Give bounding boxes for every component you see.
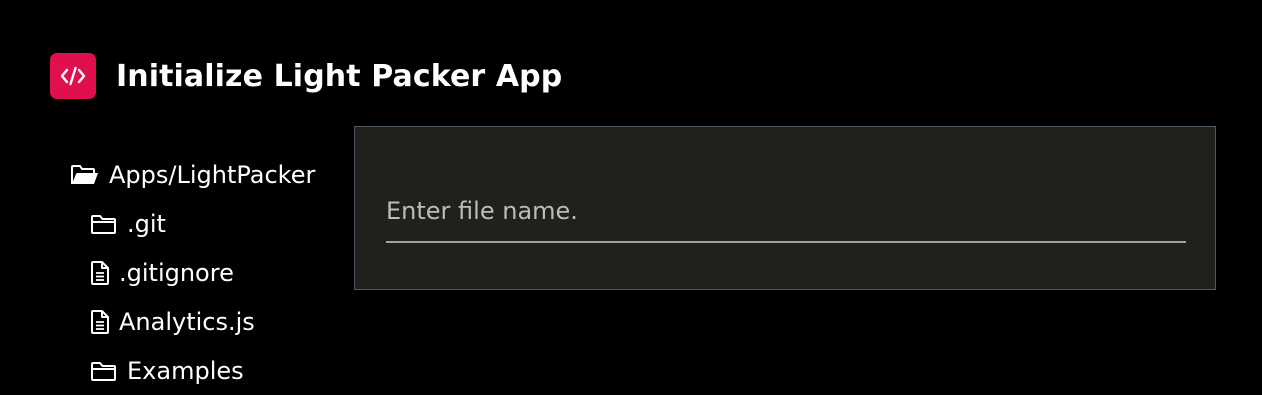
tree-item-label: .git <box>127 209 166 238</box>
tree-item-examples[interactable]: Examples <box>70 346 315 395</box>
folder-icon <box>90 360 118 382</box>
file-text-icon <box>90 260 110 286</box>
folder-icon <box>90 213 118 235</box>
tree-item-gitignore[interactable]: .gitignore <box>70 248 315 297</box>
code-icon <box>50 53 96 99</box>
app-header: Initialize Light Packer App <box>50 53 562 99</box>
file-name-panel <box>354 126 1216 290</box>
file-name-input[interactable] <box>386 181 1186 243</box>
tree-item-root[interactable]: Apps/LightPacker <box>70 150 315 199</box>
tree-item-label: .gitignore <box>119 258 234 287</box>
file-text-icon <box>90 309 110 335</box>
page-title: Initialize Light Packer App <box>116 58 563 94</box>
tree-item-git[interactable]: .git <box>70 199 315 248</box>
tree-item-label: Examples <box>127 356 244 385</box>
tree-item-label: Analytics.js <box>119 307 255 336</box>
file-tree: Apps/LightPacker .git .gitignore Analyti… <box>70 150 315 395</box>
folder-open-icon <box>70 164 100 186</box>
tree-item-label: Apps/LightPacker <box>109 160 316 189</box>
tree-item-analytics[interactable]: Analytics.js <box>70 297 315 346</box>
